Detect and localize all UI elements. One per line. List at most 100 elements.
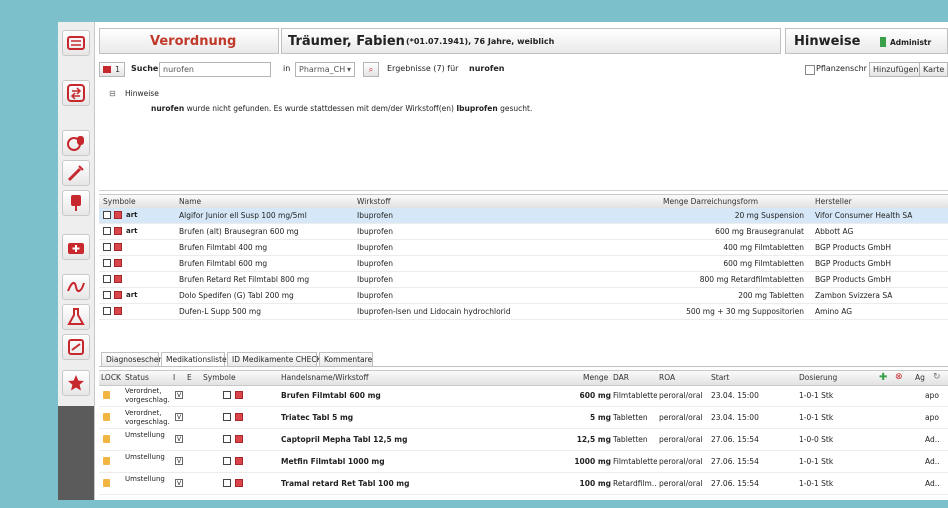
lock-icon[interactable] xyxy=(103,479,110,487)
delete-med-icon[interactable]: ⊗ xyxy=(895,372,903,383)
interaction-icon[interactable]: V xyxy=(175,413,183,421)
result-row[interactable]: art Dolo Spedifen (G) Tabl 200 mg Ibuprofe… xyxy=(99,288,948,304)
search-icon[interactable]: ⌕ xyxy=(363,62,379,77)
result-row[interactable]: Brufen Filmtabl 400 mg Ibuprofen 400 mg Fi… xyxy=(99,240,948,256)
med-ag: Ad.. xyxy=(925,479,940,488)
drug-amount: 20 mg Suspension xyxy=(734,211,804,220)
med-dar: Filmtabletten xyxy=(613,457,657,466)
tab-medikationsliste[interactable]: Medikationsliste xyxy=(161,352,227,366)
col-name[interactable]: Name xyxy=(179,195,201,208)
med-dose: 1-0-1 Stk xyxy=(799,391,834,400)
search-input[interactable]: nurofen xyxy=(159,62,271,77)
col-dar[interactable]: DAR xyxy=(613,371,629,384)
drug-icon xyxy=(235,479,243,487)
add-med-icon[interactable]: ✚ xyxy=(879,372,887,383)
tab-kommentare[interactable]: Kommentare xyxy=(319,352,373,366)
drug-icon xyxy=(235,435,243,443)
measurement-icon[interactable] xyxy=(62,334,90,360)
tag-label: art xyxy=(126,291,138,299)
lock-icon[interactable] xyxy=(103,457,110,465)
drug-name: Brufen Filmtabl 600 mg xyxy=(179,259,268,268)
lock-icon[interactable] xyxy=(103,391,110,399)
title-bar: Verordnung xyxy=(99,28,279,54)
drug-substance: Ibuprofen xyxy=(357,211,394,220)
add-button[interactable]: Hinzufügen xyxy=(869,62,923,77)
lab-flask-icon[interactable] xyxy=(62,304,90,330)
result-query: nurofen xyxy=(469,64,505,73)
hints-panel-title: Hinweise xyxy=(125,89,159,98)
col-dosierung[interactable]: Dosierung xyxy=(799,371,837,384)
collapse-icon[interactable]: ⊟ xyxy=(109,89,116,98)
document-icon xyxy=(103,291,111,299)
refresh-icon[interactable]: ↻ xyxy=(933,372,941,383)
medication-row[interactable]: Umstellung V Tramal retard Ret Tabl 100 mg… xyxy=(99,473,948,495)
drug-substance: Ibuprofen xyxy=(357,291,394,300)
syringe-icon[interactable] xyxy=(62,160,90,186)
interaction-icon[interactable]: V xyxy=(175,479,183,487)
col-i[interactable]: I xyxy=(173,371,175,384)
lock-icon[interactable] xyxy=(103,413,110,421)
search-label: Suche xyxy=(131,64,159,73)
source-select[interactable]: Pharma_CH ▾ xyxy=(295,62,355,77)
med-ag: Ad.. xyxy=(925,435,940,444)
med-status: Verordnet, vorgeschlag. xyxy=(125,409,170,426)
tab-id-check[interactable]: ID Medikamente CHECK xyxy=(227,352,322,366)
drug-amount: 600 mg Filmtabletten xyxy=(723,259,804,268)
document-icon xyxy=(103,275,111,283)
med-start: 27.06. 15:54 xyxy=(711,435,759,444)
plant-checkbox[interactable] xyxy=(805,65,815,75)
med-dose: 1-0-1 Stk xyxy=(799,413,834,422)
col-amount[interactable]: Menge Darreichungsform xyxy=(663,195,758,208)
medication-row[interactable]: Verordnet, vorgeschlag. V Brufen Filmtabl … xyxy=(99,385,948,407)
document-icon xyxy=(103,211,111,219)
col-ag[interactable]: Ag xyxy=(915,371,925,384)
medication-row[interactable]: Umstellung V Metfin Filmtabl 1000 mg 1000 m… xyxy=(99,451,948,473)
infusion-icon[interactable] xyxy=(62,190,90,216)
exchange-icon[interactable] xyxy=(62,80,90,106)
prescription-icon[interactable] xyxy=(62,30,90,56)
drug-name: Brufen Retard Ret Filmtabl 800 mg xyxy=(179,275,310,284)
medication-row[interactable]: Verordnet, vorgeschlag. V Triatec Tabl 5 m… xyxy=(99,407,948,429)
col-handelsname[interactable]: Handelsname/Wirkstoff xyxy=(281,371,369,384)
tag-label: art xyxy=(126,211,138,219)
result-row[interactable]: Dufen-L Supp 500 mg Ibuprofen-lsen und Li… xyxy=(99,304,948,320)
hints-header: Hinweise Administr xyxy=(785,28,948,54)
pill-icon[interactable] xyxy=(62,130,90,156)
drug-maker: Zambon Svizzera SA xyxy=(815,291,893,300)
vital-curve-icon[interactable] xyxy=(62,274,90,300)
col-menge[interactable]: Menge xyxy=(583,371,608,384)
col-symbole[interactable]: Symbole xyxy=(103,195,136,208)
drug-maker: Vifor Consumer Health SA xyxy=(815,211,913,220)
interaction-icon[interactable]: V xyxy=(175,435,183,443)
medical-bag-icon[interactable] xyxy=(62,234,90,260)
result-row[interactable]: Brufen Retard Ret Filmtabl 800 mg Ibuprof… xyxy=(99,272,948,288)
medication-row[interactable]: Umstellung V Captopril Mepha Tabl 12,5 mg 1… xyxy=(99,429,948,451)
col-status[interactable]: Status xyxy=(125,371,149,384)
interaction-icon[interactable]: V xyxy=(175,457,183,465)
document-icon xyxy=(223,413,231,421)
cancel-button[interactable]: Karte xyxy=(919,62,948,77)
med-roa: peroral/oral xyxy=(659,457,703,466)
main-panel: Verordnung Träumer, Fabien (*01.07.1941)… xyxy=(95,22,948,500)
result-row[interactable]: art Algifor Junior ell Susp 100 mg/5ml Ibu… xyxy=(99,208,948,224)
result-row[interactable]: art Brufen (alt) Brausegran 600 mg Ibuprof… xyxy=(99,224,948,240)
star-icon[interactable] xyxy=(62,370,90,396)
col-maker[interactable]: Hersteller xyxy=(815,195,852,208)
result-row[interactable]: Brufen Filmtabl 600 mg Ibuprofen 600 mg Fi… xyxy=(99,256,948,272)
col-symbole[interactable]: Symbole xyxy=(203,371,236,384)
col-wirkstoff[interactable]: Wirkstoff xyxy=(357,195,390,208)
drug-maker: Abbott AG xyxy=(815,227,854,236)
med-start: 27.06. 15:54 xyxy=(711,457,759,466)
med-ag: Ad.. xyxy=(925,457,940,466)
app-window: Verordnung Träumer, Fabien (*01.07.1941)… xyxy=(58,22,948,500)
col-roa[interactable]: ROA xyxy=(659,371,675,384)
tab-diagnoseschema[interactable]: Diagnoseschema xyxy=(101,352,170,366)
admin-label[interactable]: Administr xyxy=(890,38,931,47)
bottom-tabs: Diagnoseschema Medikationsliste ID Medik… xyxy=(99,350,948,367)
interaction-icon[interactable]: V xyxy=(175,391,183,399)
col-start[interactable]: Start xyxy=(711,371,729,384)
col-lock[interactable]: LOCK xyxy=(101,371,121,384)
count-button[interactable]: 1 xyxy=(99,62,125,77)
col-e[interactable]: E xyxy=(187,371,192,384)
lock-icon[interactable] xyxy=(103,435,110,443)
